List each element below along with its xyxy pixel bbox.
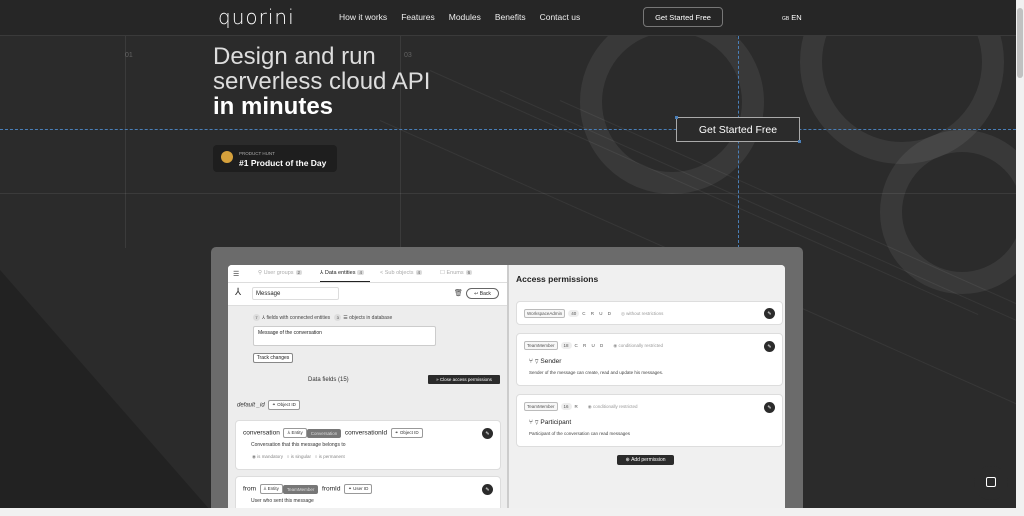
grid-line xyxy=(125,36,126,248)
role-tag: WorkspaceAdmin xyxy=(524,309,566,318)
tab-data-entities[interactable]: ⅄ Data entities 4 xyxy=(320,270,364,276)
permission-summary: TeamMember 18 C R U D ◉ conditionally restr… xyxy=(524,341,663,350)
entity-value-tag: TeamMember xyxy=(282,484,319,494)
entity-tag: ⅄ Entity xyxy=(259,484,283,494)
active-tab-indicator xyxy=(320,281,370,282)
hero-title-line1: Design and run xyxy=(213,43,376,70)
app-preview: ☰ ⚲ User groups 2 ⅄ Data entities 4 < Sub … xyxy=(228,265,785,508)
tab-bar: ☰ ⚲ User groups 2 ⅄ Data entities 4 < Sub … xyxy=(228,265,507,283)
access-permissions-title: Access permissions xyxy=(516,274,599,284)
role-tag: TeamMember xyxy=(524,402,558,411)
medal-icon xyxy=(221,151,233,163)
chat-icon xyxy=(986,477,996,487)
nav-benefits[interactable]: Benefits xyxy=(495,12,526,22)
logo-watermark xyxy=(580,10,764,194)
permission-card[interactable]: TeamMember 18 C R U D ◉ conditionally restr… xyxy=(516,333,783,386)
grid-line xyxy=(0,193,1016,194)
tab-user-groups[interactable]: ⚲ User groups 2 xyxy=(258,270,303,276)
site-header: quorini How it works Features Modules Be… xyxy=(0,0,1016,36)
role-tag: TeamMember xyxy=(524,341,558,350)
field-card-conversation[interactable]: conversation ⅄ Entity Conversation conver… xyxy=(235,420,501,470)
entity-description-input[interactable]: Message of the conversation xyxy=(253,326,436,346)
id-field-row: default _id ⚭ Object ID xyxy=(237,400,300,410)
entity-tag: ⅄ Entity xyxy=(283,428,307,438)
scrollbar-thumb[interactable] xyxy=(1017,8,1023,78)
data-fields-title: Data fields (15) xyxy=(308,377,349,383)
permission-card[interactable]: WorkspaceAdmin 40 C R U D ◎ without restric… xyxy=(516,301,783,325)
back-button[interactable]: ↩ Back xyxy=(466,288,499,299)
vertical-scrollbar[interactable] xyxy=(1016,0,1024,516)
field-name: from ⅄ Entity TeamMember fromId ⚭ User ID xyxy=(243,484,373,494)
entity-name-input[interactable]: Message xyxy=(252,287,339,300)
field-card-from[interactable]: from ⅄ Entity TeamMember fromId ⚭ User ID… xyxy=(235,476,501,508)
edit-icon[interactable]: ✎ xyxy=(482,428,493,439)
language-label: EN xyxy=(791,13,802,22)
nav-features[interactable]: Features xyxy=(401,12,435,22)
product-hunt-badge[interactable]: PRODUCT HUNT #1 Product of the Day xyxy=(213,145,337,172)
entity-header: ⅄ Message 🗑 ↩ Back xyxy=(228,283,507,306)
shadow-shape xyxy=(0,270,210,508)
entity-icon: ⅄ xyxy=(235,287,242,298)
chat-widget-button[interactable] xyxy=(974,466,1008,500)
user-id-tag: ⚭ User ID xyxy=(344,484,373,494)
guide-line-horizontal xyxy=(0,129,1016,130)
badge-title: #1 Product of the Day xyxy=(239,158,327,168)
hero-title-line2: serverless cloud API xyxy=(213,68,431,95)
edit-icon[interactable]: ✎ xyxy=(764,402,775,413)
guide-line-vertical xyxy=(738,36,739,248)
edit-icon[interactable]: ✎ xyxy=(764,341,775,352)
field-flags: ◉ is mandatory ○ is singular ○ is perman… xyxy=(252,454,345,459)
object-id-tag: ⚭ Object ID xyxy=(268,400,300,410)
tab-sub-objects[interactable]: < Sub objects 4 xyxy=(380,270,423,276)
permission-summary: TeamMember 16 R ◉ conditionally restricted xyxy=(524,402,638,411)
object-id-tag: ⚭ Object ID xyxy=(390,428,423,438)
close-access-permissions-button[interactable]: » Close access permissions xyxy=(428,375,500,384)
main-nav: How it works Features Modules Benefits C… xyxy=(339,12,594,22)
permission-description: Participant of the conversation can read… xyxy=(529,431,631,436)
permission-description: Sender of the message can create, read a… xyxy=(529,370,664,375)
nav-contact-us[interactable]: Contact us xyxy=(540,12,581,22)
badge-caption: PRODUCT HUNT xyxy=(239,151,275,156)
trash-icon[interactable]: 🗑 xyxy=(454,289,463,297)
field-name: conversation ⅄ Entity Conversation conver… xyxy=(243,428,423,438)
permission-name: ⑂ ∇ Sender xyxy=(529,358,562,365)
logo[interactable]: quorini xyxy=(218,5,295,29)
tab-enums[interactable]: ☐ Enums 6 xyxy=(440,270,473,276)
nav-how-it-works[interactable]: How it works xyxy=(339,12,387,22)
permission-name: ⑂ ∇ Participant xyxy=(529,419,572,426)
horizontal-scrollbar[interactable] xyxy=(0,508,1016,516)
header-get-started-button[interactable]: Get Started Free xyxy=(643,7,723,27)
field-description: Conversation that this message belongs t… xyxy=(251,442,346,448)
nav-modules[interactable]: Modules xyxy=(449,12,481,22)
add-permission-button[interactable]: ⊕ Add permission xyxy=(617,455,674,465)
access-permissions-panel: Access permissions WorkspaceAdmin 40 C R U… xyxy=(509,265,785,508)
entity-panel: ☰ ⚲ User groups 2 ⅄ Data entities 4 < Sub … xyxy=(228,265,509,508)
edit-icon[interactable]: ✎ xyxy=(764,308,775,319)
track-changes-button[interactable]: Track changes xyxy=(253,353,293,363)
language-switcher[interactable]: GB EN xyxy=(782,13,802,22)
menu-icon[interactable]: ☰ xyxy=(233,270,239,278)
hero-title-line3: in minutes xyxy=(213,93,334,120)
hero-title: Design and run serverless cloud API in m… xyxy=(213,44,430,119)
flag-icon: GB xyxy=(782,16,790,22)
edit-icon[interactable]: ✎ xyxy=(482,484,493,495)
page: 01 03 quorini How it works Features Modu… xyxy=(0,0,1016,508)
field-description: User who sent this message xyxy=(251,498,314,504)
permission-card[interactable]: TeamMember 16 R ◉ conditionally restricted … xyxy=(516,394,783,447)
permission-summary: WorkspaceAdmin 40 C R U D ◎ without restric… xyxy=(524,309,663,318)
entity-stats: 7 ⅄ fields with connected entities 3 ☰ obj… xyxy=(253,314,392,321)
deco-number: 01 xyxy=(125,52,133,59)
entity-value-tag: Conversation xyxy=(306,428,342,438)
hero-get-started-button[interactable]: Get Started Free xyxy=(675,116,801,143)
